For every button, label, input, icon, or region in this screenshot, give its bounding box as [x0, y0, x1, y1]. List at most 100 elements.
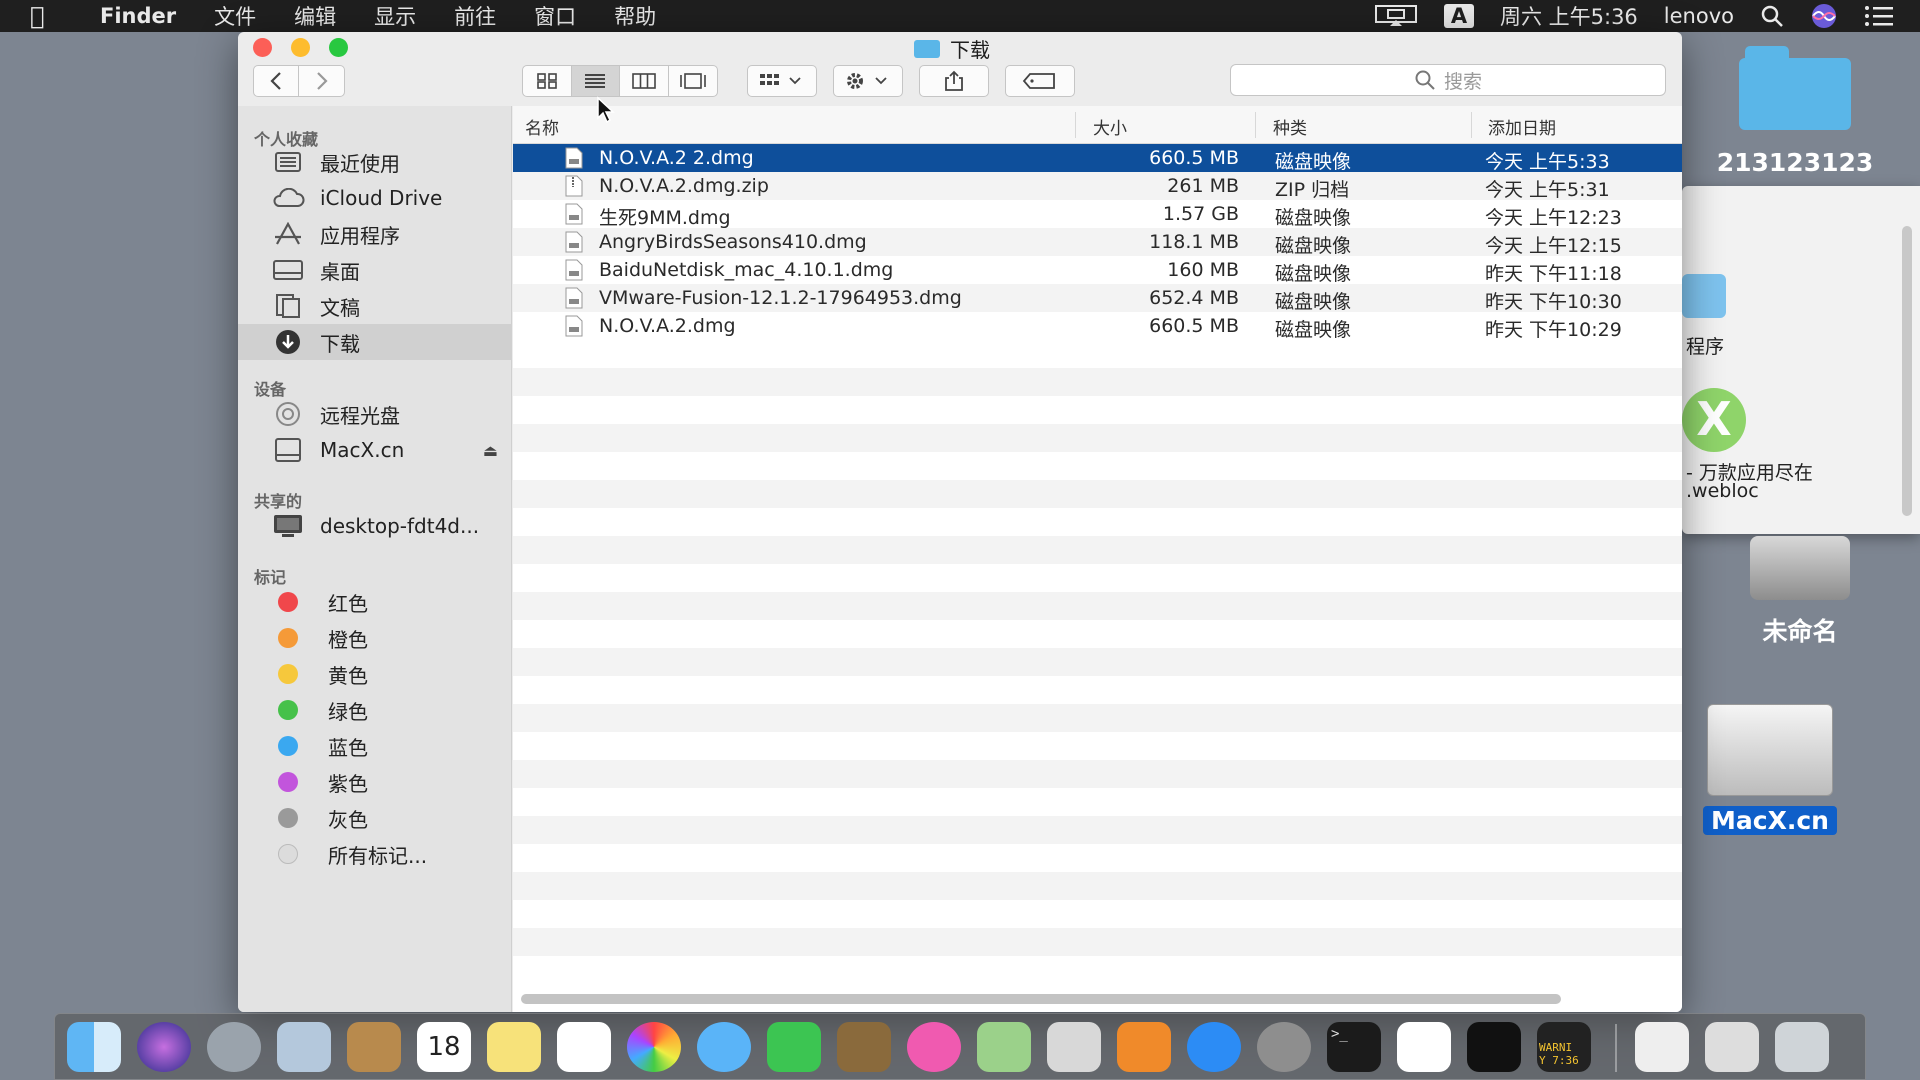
tag-color-dot	[278, 592, 298, 612]
sidebar-tag-gray[interactable]: 灰色	[238, 800, 512, 836]
menu-view[interactable]: 显示	[374, 1, 416, 31]
sidebar-item-icloud[interactable]: iCloud Drive	[238, 180, 512, 216]
sidebar-item-macx[interactable]: MacX.cn ⏏	[238, 432, 512, 468]
menu-file[interactable]: 文件	[214, 1, 256, 31]
sidebar-tag-purple[interactable]: 紫色	[238, 764, 512, 800]
back-button[interactable]	[254, 66, 300, 96]
group-by-button[interactable]	[747, 65, 817, 97]
notes-icon[interactable]	[487, 1022, 541, 1072]
sidebar-item-desktop[interactable]: 桌面	[238, 252, 512, 288]
console-icon[interactable]: WARNI Y 7:36	[1537, 1022, 1591, 1072]
sidebar-tag-red[interactable]: 红色	[238, 584, 512, 620]
desktop-folder[interactable]: 213123123	[1700, 46, 1890, 177]
icon-view-button[interactable]	[523, 66, 572, 96]
facetime-icon[interactable]	[767, 1022, 821, 1072]
siri-icon[interactable]	[1810, 2, 1838, 30]
menu-edit[interactable]: 编辑	[294, 1, 336, 31]
forward-button[interactable]	[299, 66, 344, 96]
menu-help[interactable]: 帮助	[614, 1, 656, 31]
siri-dock-icon[interactable]	[137, 1022, 191, 1072]
menu-window[interactable]: 窗口	[534, 1, 576, 31]
sidebar-tag-orange[interactable]: 橙色	[238, 620, 512, 656]
photos-icon[interactable]	[627, 1022, 681, 1072]
gallery-view-button[interactable]	[669, 66, 718, 96]
menu-go[interactable]: 前往	[454, 1, 496, 31]
sidebar-tag-all[interactable]: 所有标记...	[238, 836, 512, 872]
empty-list-area[interactable]	[513, 340, 1682, 970]
apple-menu-icon[interactable]: 	[30, 2, 74, 30]
contacts-icon[interactable]	[347, 1022, 401, 1072]
list-view-button[interactable]	[571, 66, 620, 96]
books-icon[interactable]	[1117, 1022, 1171, 1072]
calendar-icon[interactable]: 18	[417, 1022, 471, 1072]
trash-icon[interactable]	[1775, 1022, 1829, 1072]
maps-icon[interactable]	[977, 1022, 1031, 1072]
table-row[interactable]: BaiduNetdisk_mac_4.10.1.dmg 160 MB 磁盘映像 …	[513, 256, 1682, 285]
desktop-drive-unnamed[interactable]: 未命名	[1740, 536, 1860, 648]
table-row[interactable]: AngryBirdsSeasons410.dmg 118.1 MB 磁盘映像 今…	[513, 228, 1682, 257]
table-row[interactable]: N.O.V.A.2.dmg.zip 261 MB ZIP 归档 今天 上午5:3…	[513, 172, 1682, 201]
itunes-icon[interactable]	[907, 1022, 961, 1072]
close-button[interactable]	[253, 38, 272, 57]
column-date-header[interactable]: 添加日期	[1488, 114, 1556, 139]
sidebar-item-recents[interactable]: 最近使用	[238, 144, 512, 180]
document-stack-icon[interactable]	[1635, 1022, 1689, 1072]
column-view-button[interactable]	[620, 66, 669, 96]
sidebar-item-downloads[interactable]: 下载	[238, 324, 512, 360]
terminal-icon[interactable]: >_	[1327, 1022, 1381, 1072]
menu-app-name[interactable]: Finder	[100, 4, 176, 28]
messages-icon[interactable]	[697, 1022, 751, 1072]
sidebar-tag-blue[interactable]: 蓝色	[238, 728, 512, 764]
preview-icon[interactable]	[277, 1022, 331, 1072]
column-divider[interactable]	[1255, 112, 1256, 138]
system-preferences-icon[interactable]	[1257, 1022, 1311, 1072]
share-icon	[945, 70, 963, 91]
sidebar-tag-green[interactable]: 绿色	[238, 692, 512, 728]
spotlight-search-icon[interactable]	[1760, 4, 1784, 28]
edit-tags-button[interactable]	[1005, 65, 1075, 97]
column-divider[interactable]	[1075, 112, 1076, 138]
column-divider[interactable]	[1471, 112, 1472, 138]
sidebar-item-documents[interactable]: 文稿	[238, 288, 512, 324]
sidebar-item-label: 文稿	[320, 295, 360, 320]
horizontal-scrollbar[interactable]	[521, 994, 1561, 1004]
input-method-indicator[interactable]: A	[1443, 4, 1474, 28]
column-kind-header[interactable]: 种类	[1273, 114, 1307, 139]
baidu-netdisk-icon[interactable]	[1397, 1022, 1451, 1072]
desktop-disk-macx[interactable]: MacX.cn	[1702, 704, 1838, 835]
minimize-button[interactable]	[291, 38, 310, 57]
share-button[interactable]	[919, 65, 989, 97]
action-menu-button[interactable]	[833, 65, 903, 97]
menu-clock[interactable]: 周六 上午5:36	[1500, 1, 1638, 31]
sidebar-tag-yellow[interactable]: 黄色	[238, 656, 512, 692]
table-row[interactable]: 生死9MM.dmg 1.57 GB 磁盘映像 今天 上午12:23	[513, 200, 1682, 229]
gallery-icon	[679, 73, 706, 89]
reminders-icon[interactable]	[557, 1022, 611, 1072]
table-row[interactable]: VMware-Fusion-12.1.2-17964953.dmg 652.4 …	[513, 284, 1682, 313]
sidebar-item-shared-computer[interactable]: desktop-fdt4d...	[238, 508, 512, 544]
notification-center-icon[interactable]	[1864, 5, 1894, 27]
file-kind: 磁盘映像	[1275, 263, 1352, 285]
table-row[interactable]: N.O.V.A.2 2.dmg 660.5 MB 磁盘映像 今天 上午5:33	[513, 144, 1682, 173]
search-field[interactable]: 搜索	[1230, 64, 1666, 96]
eject-icon[interactable]: ⏏	[483, 441, 498, 460]
mouse-pointer-icon	[597, 96, 615, 124]
dvd-player-icon[interactable]	[1047, 1022, 1101, 1072]
panel-scrollbar[interactable]	[1902, 226, 1912, 516]
activity-monitor-icon[interactable]	[1467, 1022, 1521, 1072]
airplay-icon[interactable]	[1374, 4, 1418, 28]
zoom-button[interactable]	[329, 38, 348, 57]
sidebar-item-remote-disc[interactable]: 远程光盘	[238, 396, 512, 432]
launchpad-icon[interactable]	[207, 1022, 261, 1072]
finder-icon[interactable]	[67, 1022, 121, 1072]
table-row[interactable]: N.O.V.A.2.dmg 660.5 MB 磁盘映像 昨天 下午10:29	[513, 312, 1682, 341]
app-store-icon[interactable]	[1187, 1022, 1241, 1072]
menu-user[interactable]: lenovo	[1664, 4, 1734, 28]
downloads-stack-icon[interactable]	[1705, 1022, 1759, 1072]
column-size-header[interactable]: 大小	[1093, 114, 1127, 139]
window-title: 下载	[914, 34, 990, 63]
file-name: N.O.V.A.2.dmg	[599, 315, 736, 337]
sidebar-item-applications[interactable]: 应用程序	[238, 216, 512, 252]
chess-icon[interactable]	[837, 1022, 891, 1072]
column-name-header[interactable]: 名称	[525, 114, 559, 139]
